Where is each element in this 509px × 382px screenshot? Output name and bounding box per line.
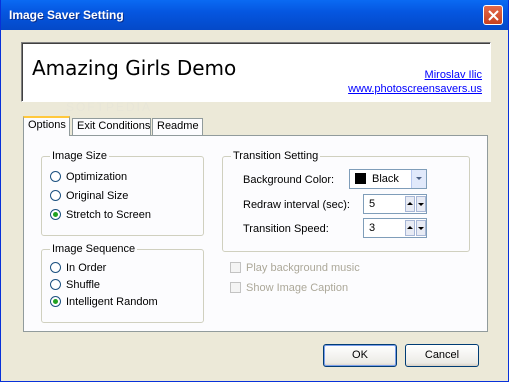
website-link[interactable]: www.photoscreensavers.us [348,83,482,95]
arrow-up-icon [407,202,413,205]
chevron-down-icon [416,177,422,180]
app-name: Amazing Girls Demo [32,56,237,80]
radio-label: Shuffle [66,279,101,291]
checkbox-label: Show Image Caption [246,282,349,294]
tab-label: Options [28,119,66,131]
bg-color-value: Black [372,173,399,185]
tab-label: Readme [157,120,199,132]
redraw-interval-value: 5 [369,198,376,210]
bg-color-label: Background Color: [243,174,335,186]
options-panel: Image Size Optimization Original Size St… [23,135,488,332]
color-swatch [355,173,366,184]
window-title: Image Saver Setting [9,8,124,22]
close-button[interactable] [483,5,503,25]
cancel-button[interactable]: Cancel [405,344,479,367]
ok-label: OK [352,349,368,361]
spin-down-button[interactable] [416,196,426,212]
radio-label: In Order [66,262,107,274]
arrow-down-icon [418,227,424,230]
radio-intelligent-random[interactable]: Intelligent Random [50,296,158,308]
redraw-interval-label: Redraw interval (sec): [243,199,350,211]
bg-color-value-wrap: Black [355,173,399,185]
image-sequence-group: Image Sequence In Order Shuffle Intellig… [41,243,204,323]
app-banner: Amazing Girls Demo Miroslav Ilic www.pho… [21,42,491,102]
tab-label: Exit Conditions [77,120,151,132]
tab-readme[interactable]: Readme [152,118,203,135]
redraw-interval-spinner[interactable]: 5 [363,194,427,214]
radio-circle [50,209,61,220]
radio-original-size[interactable]: Original Size [50,190,128,202]
radio-in-order[interactable]: In Order [50,262,106,274]
transition-speed-label: Transition Speed: [243,223,329,235]
transition-speed-spinner[interactable]: 3 [363,218,427,238]
radio-shuffle[interactable]: Shuffle [50,279,100,291]
checkbox-label: Play background music [246,262,360,274]
spin-down-button[interactable] [416,220,426,236]
show-caption-checkbox[interactable]: Show Image Caption [230,282,348,294]
cancel-label: Cancel [424,349,460,361]
spinner-buttons [405,219,426,237]
dialog-window: Image Saver Setting Amazing Girls Demo M… [0,0,509,382]
author-link[interactable]: Miroslav Ilic [425,69,482,81]
ok-button[interactable]: OK [323,344,397,367]
radio-circle [50,171,61,182]
radio-circle [50,190,61,201]
spin-up-button[interactable] [405,196,415,212]
transition-setting-group: Transition Setting Background Color: Bla… [222,150,470,252]
checkbox-box [230,282,241,293]
radio-circle [50,296,61,307]
radio-optimization[interactable]: Optimization [50,171,127,183]
dropdown-button[interactable] [411,170,426,188]
image-size-title: Image Size [50,150,110,162]
spinner-buttons [405,195,426,213]
image-size-group: Image Size Optimization Original Size St… [41,150,204,236]
title-bar[interactable]: Image Saver Setting [1,0,508,30]
close-icon [488,10,499,21]
radio-label: Intelligent Random [66,296,158,308]
image-sequence-title: Image Sequence [50,243,138,255]
radio-stretch-to-screen[interactable]: Stretch to Screen [50,209,151,221]
arrow-up-icon [407,226,413,229]
spin-up-button[interactable] [405,220,415,236]
play-music-checkbox[interactable]: Play background music [230,262,360,274]
transition-speed-value: 3 [369,222,376,234]
radio-circle [50,262,61,273]
tab-exit-conditions[interactable]: Exit Conditions [72,118,151,135]
bg-color-select[interactable]: Black [349,169,427,189]
checkbox-box [230,262,241,273]
radio-label: Optimization [66,171,128,183]
arrow-down-icon [418,203,424,206]
softpedia-watermark: SOFTPEDIA [66,100,153,114]
radio-label: Original Size [66,190,129,202]
transition-setting-title: Transition Setting [231,150,321,162]
radio-label: Stretch to Screen [66,209,151,221]
radio-circle [50,279,61,290]
tab-options[interactable]: Options [23,116,70,136]
